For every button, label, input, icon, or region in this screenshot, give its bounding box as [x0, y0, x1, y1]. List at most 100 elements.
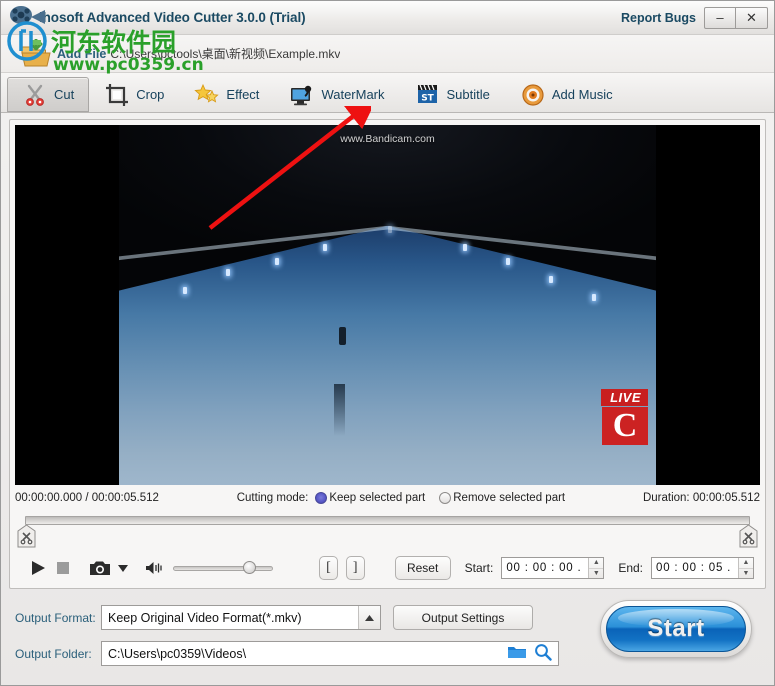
- video-light-dot: [549, 276, 553, 283]
- tab-effect-label: Effect: [226, 87, 259, 102]
- radio-remove-selected-part[interactable]: Remove selected part: [439, 492, 565, 504]
- volume-rail: [173, 566, 273, 571]
- tab-subtitle-label: Subtitle: [447, 87, 490, 102]
- video-light-dot: [592, 294, 596, 301]
- reset-button[interactable]: Reset: [395, 556, 451, 580]
- live-channel-logo: C: [602, 407, 648, 445]
- set-end-marker-button[interactable]: ]: [346, 556, 365, 580]
- start-time-up-arrow[interactable]: ▲: [589, 558, 603, 569]
- start-button-label: Start: [647, 615, 704, 643]
- video-stage[interactable]: www.Bandicam.com LIVE C: [15, 125, 760, 485]
- tab-crop[interactable]: Crop: [89, 77, 179, 112]
- video-letterbox-left: [15, 125, 119, 485]
- start-button-face: Start: [606, 606, 746, 652]
- video-light-dot: [388, 226, 392, 233]
- speaker-volume-icon[interactable]: [145, 560, 165, 576]
- tab-effect[interactable]: Effect: [179, 77, 274, 112]
- monitor-icon: [289, 82, 315, 108]
- video-light-dot: [226, 269, 230, 276]
- timeline[interactable]: [15, 512, 760, 556]
- app-logo-icon: [7, 4, 49, 32]
- timeline-start-handle[interactable]: [17, 524, 36, 549]
- add-file-folder-icon[interactable]: [19, 39, 53, 69]
- radio-remove-label: Remove selected part: [453, 492, 565, 504]
- player-info-strip: 00:00:00.000 / 00:00:05.512 Cutting mode…: [15, 488, 760, 508]
- end-time-spinner[interactable]: ▲ ▼: [651, 557, 754, 579]
- tab-subtitle[interactable]: ST Subtitle: [400, 77, 505, 112]
- end-time-down-arrow[interactable]: ▼: [739, 569, 753, 579]
- cutting-mode-group: Cutting mode: Keep selected part Remove …: [237, 492, 565, 504]
- chevron-down-icon[interactable]: [117, 562, 129, 574]
- magnifier-icon[interactable]: [534, 643, 552, 664]
- video-frame[interactable]: www.Bandicam.com LIVE C: [119, 125, 656, 485]
- scissors-icon: [22, 82, 48, 108]
- video-person-shadow: [334, 384, 345, 436]
- video-light-dot: [323, 244, 327, 251]
- app-window: ihosoft Advanced Video Cutter 3.0.0 (Tri…: [0, 0, 775, 686]
- play-icon[interactable]: [29, 559, 47, 577]
- add-file-label[interactable]: Add File: [57, 47, 106, 61]
- player-controls: [ ] Reset Start: ▲ ▼ End: ▲ ▼: [15, 552, 760, 584]
- tab-cut[interactable]: Cut: [7, 77, 89, 112]
- volume-knob[interactable]: [243, 561, 256, 574]
- video-light-dot: [183, 287, 187, 294]
- output-section: Output Format: Keep Original Video Forma…: [1, 595, 774, 685]
- tab-add-music-label: Add Music: [552, 87, 613, 102]
- speaker-icon: [520, 82, 546, 108]
- feature-tab-bar: Cut Crop Effect: [1, 73, 774, 113]
- start-button-bezel: Start: [600, 600, 752, 658]
- camera-icon[interactable]: [89, 560, 111, 577]
- playback-position: 00:00:00.000 / 00:00:05.512: [15, 492, 159, 504]
- video-light-dot: [506, 258, 510, 265]
- radio-keep-indicator[interactable]: [315, 492, 327, 504]
- window-title: ihosoft Advanced Video Cutter 3.0.0 (Tri…: [39, 10, 306, 25]
- star-burst-icon: [194, 82, 220, 108]
- start-time-spinner[interactable]: ▲ ▼: [501, 557, 604, 579]
- end-time-input[interactable]: [652, 558, 738, 578]
- timeline-track[interactable]: [25, 516, 750, 525]
- start-time-label: Start:: [465, 561, 494, 575]
- end-time-up-arrow[interactable]: ▲: [739, 558, 753, 569]
- output-format-label: Output Format:: [15, 611, 101, 625]
- output-folder-value[interactable]: C:\Users\pc0359\Videos\: [108, 647, 507, 661]
- output-settings-button[interactable]: Output Settings: [393, 605, 533, 630]
- minimize-button[interactable]: –: [704, 7, 736, 29]
- video-light-dot: [275, 258, 279, 265]
- video-letterbox-right: [656, 125, 760, 485]
- radio-remove-indicator[interactable]: [439, 492, 451, 504]
- volume-slider[interactable]: [173, 560, 273, 576]
- start-time-down-arrow[interactable]: ▼: [589, 569, 603, 579]
- cutting-mode-label: Cutting mode:: [237, 492, 309, 504]
- player-panel: www.Bandicam.com LIVE C 00:00:00.000 / 0…: [9, 119, 766, 589]
- report-bugs-link[interactable]: Report Bugs: [621, 11, 696, 25]
- radio-keep-label: Keep selected part: [329, 492, 425, 504]
- output-folder-label: Output Folder:: [15, 647, 101, 661]
- radio-keep-selected-part[interactable]: Keep selected part: [315, 492, 425, 504]
- end-time-spin-arrows[interactable]: ▲ ▼: [738, 558, 753, 578]
- chevron-up-icon[interactable]: [358, 606, 380, 629]
- start-time-spin-arrows[interactable]: ▲ ▼: [588, 558, 603, 578]
- add-file-row[interactable]: Add File C:\Users\pctools\桌面\新视频\Example…: [1, 35, 774, 73]
- output-format-value: Keep Original Video Format(*.mkv): [102, 611, 358, 625]
- add-file-path: C:\Users\pctools\桌面\新视频\Example.mkv: [110, 45, 340, 62]
- clapperboard-st-icon: ST: [415, 82, 441, 108]
- clip-duration: Duration: 00:00:05.512: [643, 492, 760, 504]
- set-start-marker-button[interactable]: [: [319, 556, 338, 580]
- live-badge: LIVE C: [601, 389, 648, 445]
- output-format-combobox[interactable]: Keep Original Video Format(*.mkv): [101, 605, 381, 630]
- tab-add-music[interactable]: Add Music: [505, 77, 628, 112]
- close-button[interactable]: ✕: [736, 7, 768, 29]
- timeline-end-handle[interactable]: [739, 524, 758, 549]
- start-button[interactable]: Start: [600, 600, 752, 658]
- folder-icon[interactable]: [507, 644, 527, 663]
- live-badge-text: LIVE: [601, 389, 648, 406]
- video-person-silhouette: [339, 327, 346, 345]
- tab-watermark[interactable]: WaterMark: [274, 77, 399, 112]
- stop-icon[interactable]: [55, 560, 71, 576]
- title-bar-right-controls: Report Bugs – ✕: [621, 7, 774, 29]
- output-folder-field[interactable]: C:\Users\pc0359\Videos\: [101, 641, 559, 666]
- output-folder-actions: [507, 643, 552, 664]
- start-time-input[interactable]: [502, 558, 588, 578]
- svg-text:ST: ST: [421, 93, 434, 103]
- tab-crop-label: Crop: [136, 87, 164, 102]
